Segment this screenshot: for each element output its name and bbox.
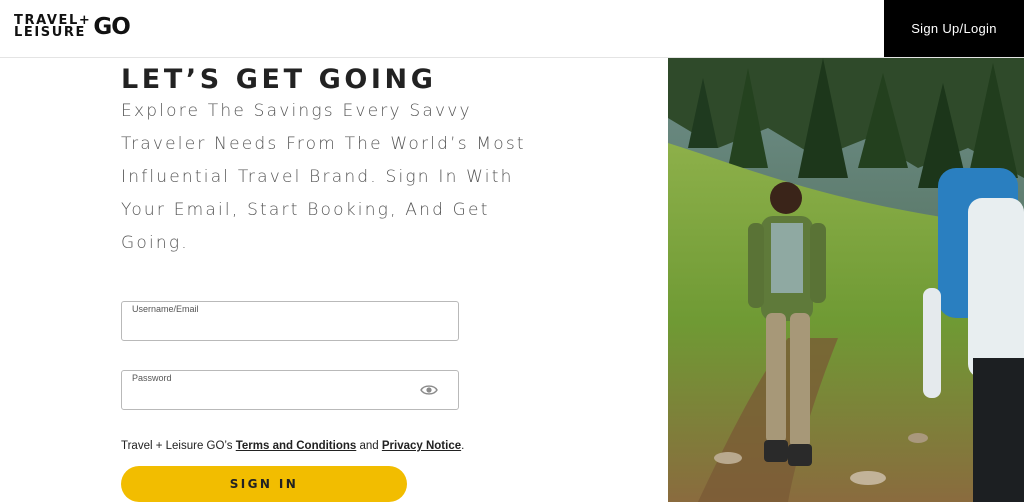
site-header: TRAVEL+ LEISURE GO Sign Up/Login — [0, 0, 1024, 58]
privacy-notice-link[interactable]: Privacy Notice — [382, 440, 461, 452]
terms-and: and — [356, 440, 382, 452]
hero-image-hikers — [668, 58, 1024, 502]
eye-icon[interactable] — [420, 383, 438, 401]
password-label: Password — [132, 373, 172, 383]
username-email-label: Username/Email — [132, 304, 199, 314]
terms-and-conditions-link[interactable]: Terms and Conditions — [236, 440, 357, 452]
signup-login-button[interactable]: Sign Up/Login — [884, 0, 1024, 57]
terms-suffix: . — [461, 440, 465, 452]
logo-go: GO — [93, 13, 130, 40]
terms-text: Travel + Leisure GO’s Terms and Conditio… — [121, 440, 464, 452]
logo-wordmark: TRAVEL+ LEISURE — [14, 14, 91, 40]
username-email-field[interactable]: Username/Email — [121, 301, 459, 341]
travel-leisure-go-logo[interactable]: TRAVEL+ LEISURE GO — [14, 13, 131, 40]
logo-line-2: LEISURE — [14, 25, 87, 40]
page-title: LET’S GET GOING — [121, 64, 437, 95]
page-subtitle: Explore The Savings Every Savvy Traveler… — [121, 101, 526, 253]
password-field[interactable]: Password — [121, 370, 459, 410]
terms-prefix: Travel + Leisure GO’s — [121, 440, 236, 452]
sign-in-button[interactable]: SIGN IN — [121, 466, 407, 502]
